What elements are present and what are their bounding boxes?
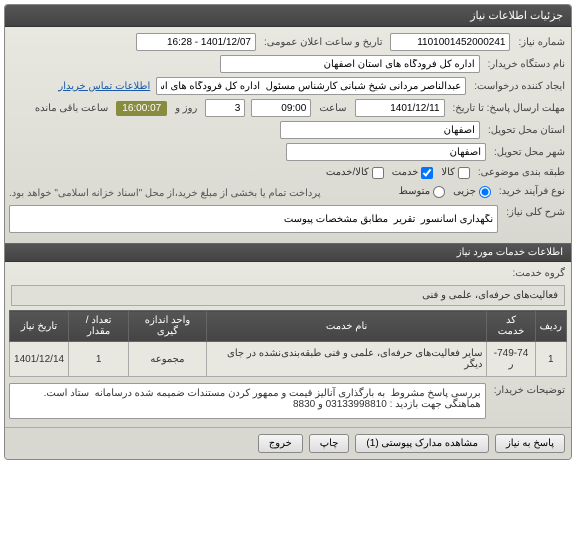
radio-jozei[interactable]: جزیی bbox=[453, 186, 491, 198]
announce-date-input[interactable] bbox=[136, 33, 256, 51]
reply-button[interactable]: پاسخ به نیاز bbox=[495, 434, 565, 453]
requestor-label: ایجاد کننده درخواست: bbox=[472, 79, 567, 94]
check-kalakhadamat[interactable]: کالا/خدمت bbox=[326, 167, 384, 179]
need-details-panel: جزئیات اطلاعات نیاز شماره نیاز: تاریخ و … bbox=[4, 4, 572, 460]
announce-date-label: تاریخ و ساعت اعلان عمومی: bbox=[262, 35, 385, 50]
action-buttons-row: پاسخ به نیاز مشاهده مدارک پیوستی (1) چاپ… bbox=[5, 427, 571, 459]
buyer-notes-input[interactable]: بررسی پاسخ مشروط به بارگذاری آنالیز قیمت… bbox=[9, 383, 486, 419]
td-unit: مجموعه bbox=[129, 342, 207, 377]
check-kala-label: کالا bbox=[441, 167, 455, 178]
general-desc-input[interactable] bbox=[9, 205, 498, 233]
purchase-type-group: جزیی متوسط bbox=[399, 186, 491, 198]
radio-motavaset-input[interactable] bbox=[433, 186, 445, 198]
delivery-province-input[interactable] bbox=[280, 121, 480, 139]
delivery-province-label: استان محل تحویل: bbox=[486, 123, 567, 138]
table-header-row: ردیف کد خدمت نام خدمت واحد اندازه گیری ت… bbox=[10, 311, 567, 342]
check-kala[interactable]: کالا bbox=[441, 167, 470, 179]
payment-note: پرداخت تمام یا بخشی از مبلغ خرید،از محل … bbox=[9, 188, 393, 199]
radio-motavaset[interactable]: متوسط bbox=[399, 186, 445, 198]
need-number-label: شماره نیاز: bbox=[516, 35, 567, 50]
th-row: ردیف bbox=[535, 311, 566, 342]
td-code: 749-74-ر bbox=[487, 342, 535, 377]
radio-jozei-input[interactable] bbox=[479, 186, 491, 198]
panel-title: جزئیات اطلاعات نیاز bbox=[5, 5, 571, 27]
td-name: سایر فعالیت‌های حرفه‌ای، علمی و فنی طبقه… bbox=[206, 342, 487, 377]
buyer-name-label: نام دستگاه خریدار: bbox=[486, 57, 567, 72]
buyer-name-input[interactable] bbox=[220, 55, 480, 73]
print-button[interactable]: چاپ bbox=[309, 434, 350, 453]
deadline-time-label: ساعت bbox=[317, 101, 348, 116]
check-kala-input[interactable] bbox=[458, 167, 470, 179]
th-code: کد خدمت bbox=[487, 311, 535, 342]
need-number-input[interactable] bbox=[390, 33, 510, 51]
services-table: ردیف کد خدمت نام خدمت واحد اندازه گیری ت… bbox=[9, 310, 567, 377]
td-row: 1 bbox=[535, 342, 566, 377]
check-kalakhadamat-input[interactable] bbox=[372, 167, 384, 179]
check-khadamat[interactable]: خدمت bbox=[392, 167, 434, 179]
check-khadamat-input[interactable] bbox=[421, 167, 433, 179]
service-groups-box: فعالیت‌های حرفه‌ای، علمی و فنی bbox=[11, 285, 565, 306]
delivery-city-input[interactable] bbox=[286, 143, 486, 161]
subject-class-group: کالا خدمت کالا/خدمت bbox=[326, 167, 470, 179]
th-unit: واحد اندازه گیری bbox=[129, 311, 207, 342]
general-desc-label: شرح کلی نیاز: bbox=[504, 205, 567, 220]
buyer-contact-link[interactable]: اطلاعات تماس خریدار bbox=[58, 81, 150, 92]
buyer-notes-label: توضیحات خریدار: bbox=[492, 383, 567, 398]
attachments-button[interactable]: مشاهده مدارک پیوستی (1) bbox=[355, 434, 489, 453]
check-kalakhadamat-label: کالا/خدمت bbox=[326, 167, 369, 178]
delivery-city-label: شهر محل تحویل: bbox=[492, 145, 567, 160]
panel-body: شماره نیاز: تاریخ و ساعت اعلان عمومی: نا… bbox=[5, 27, 571, 243]
service-groups-label: گروه خدمت: bbox=[510, 266, 567, 281]
deadline-date-input[interactable] bbox=[355, 99, 445, 117]
requestor-input[interactable] bbox=[156, 77, 466, 95]
deadline-label: مهلت ارسال پاسخ: تا تاریخ: bbox=[451, 101, 567, 116]
radio-jozei-label: جزیی bbox=[453, 186, 476, 197]
table-row[interactable]: 1 749-74-ر سایر فعالیت‌های حرفه‌ای، علمی… bbox=[10, 342, 567, 377]
td-date: 1401/12/14 bbox=[10, 342, 69, 377]
services-info-header: اطلاعات خدمات مورد نیاز bbox=[5, 243, 571, 262]
purchase-type-label: نوع فرآیند خرید: bbox=[497, 184, 567, 199]
close-button[interactable]: خروج bbox=[258, 434, 303, 453]
th-name: نام خدمت bbox=[206, 311, 487, 342]
th-qty: تعداد / مقدار bbox=[69, 311, 129, 342]
check-khadamat-label: خدمت bbox=[392, 167, 419, 178]
td-qty: 1 bbox=[69, 342, 129, 377]
radio-motavaset-label: متوسط bbox=[399, 186, 430, 197]
remain-label: ساعت باقی مانده bbox=[33, 101, 110, 116]
th-date: تاریخ نیاز bbox=[10, 311, 69, 342]
deadline-time-input[interactable] bbox=[251, 99, 311, 117]
countdown-badge: 16:00:07 bbox=[116, 101, 167, 116]
subject-class-label: طبقه بندی موضوعی: bbox=[476, 165, 567, 180]
deadline-days-label: روز و bbox=[173, 101, 199, 116]
deadline-days-input[interactable] bbox=[205, 99, 245, 117]
